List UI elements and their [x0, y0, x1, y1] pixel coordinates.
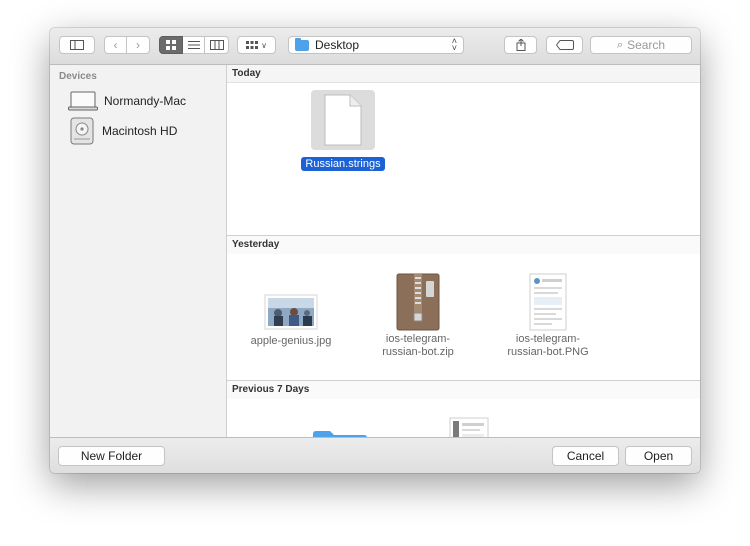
cancel-button[interactable]: Cancel — [552, 446, 619, 466]
open-dialog: ‹ › ∨ Desktop ˄ ˅ ⌕ Search Devices Norma… — [50, 28, 700, 473]
file-selection-highlight — [311, 90, 375, 150]
folder-icon — [295, 37, 309, 51]
hard-drive-icon — [70, 117, 94, 145]
location-popup[interactable]: Desktop ˄ ˅ — [288, 36, 464, 54]
sidebar-item-normandy-mac[interactable]: Normandy-Mac — [68, 89, 186, 113]
tag-button[interactable] — [546, 36, 583, 54]
list-view-button[interactable] — [183, 36, 205, 54]
tag-icon — [555, 40, 574, 50]
columns-icon — [209, 40, 224, 50]
sidebar-item-label: Normandy-Mac — [104, 94, 187, 108]
search-field[interactable]: ⌕ Search — [590, 36, 692, 54]
text-document-icon — [324, 94, 362, 146]
forward-button[interactable]: › — [127, 36, 150, 54]
file-browser: Today Russian.strings Yesterday apple-ge… — [227, 65, 700, 437]
arrange-grid-icon — [246, 41, 259, 49]
folder-icon[interactable] — [312, 428, 368, 437]
sidebar-item-label: Macintosh HD — [102, 124, 178, 138]
file-name-label-line2: russian-bot.PNG — [507, 346, 589, 358]
zip-archive-icon — [396, 273, 440, 331]
share-button[interactable] — [504, 36, 537, 54]
back-forward-control: ‹ › — [104, 36, 150, 54]
file-item-russian-strings[interactable]: Russian.strings — [295, 90, 391, 172]
grid-icon — [166, 40, 176, 50]
back-button[interactable]: ‹ — [104, 36, 127, 54]
section-header-today: Today — [227, 65, 700, 83]
file-name-label-line1: ios-telegram- — [385, 333, 451, 345]
search-icon: ⌕ — [616, 38, 624, 51]
sidebar: Devices Normandy-Mac Macintosh HD — [50, 65, 227, 437]
chevron-down-icon: ∨ — [261, 40, 267, 50]
search-placeholder: Search — [627, 38, 666, 52]
sidebar-header-devices: Devices — [59, 71, 97, 82]
column-view-button[interactable] — [205, 36, 229, 54]
chevron-left-icon: ‹ — [113, 38, 118, 52]
image-thumbnail-icon — [264, 294, 318, 330]
section-header-previous-7-days: Previous 7 Days — [227, 381, 700, 399]
arrange-button[interactable]: ∨ — [237, 36, 276, 54]
toolbar: ‹ › ∨ Desktop ˄ ˅ ⌕ Search — [50, 28, 700, 65]
view-mode-control — [159, 36, 229, 54]
screenshot-thumbnail-icon[interactable] — [449, 417, 489, 437]
open-button[interactable]: Open — [625, 446, 692, 466]
file-item-ios-telegram-russian-bot-png[interactable]: ios-telegram- russian-bot.PNG — [500, 273, 596, 359]
file-item-ios-telegram-russian-bot-zip[interactable]: ios-telegram- russian-bot.zip — [370, 273, 466, 359]
section-header-yesterday: Yesterday — [227, 236, 700, 254]
screenshot-thumbnail-icon — [529, 273, 567, 331]
share-icon — [516, 39, 525, 51]
list-icon — [187, 41, 200, 49]
file-name-label: apple-genius.jpg — [250, 335, 332, 347]
chevron-right-icon: › — [136, 38, 140, 52]
updown-chevron-icon: ˄ ˅ — [451, 36, 457, 53]
file-item-apple-genius[interactable]: apple-genius.jpg — [243, 273, 339, 348]
sidebar-toggle-button[interactable] — [59, 36, 95, 54]
bottom-bar: New Folder Cancel Open — [50, 437, 700, 473]
new-folder-button[interactable]: New Folder — [58, 446, 165, 466]
sidebar-icon — [70, 40, 84, 50]
location-label: Desktop — [315, 38, 360, 52]
file-name-label-line2: russian-bot.zip — [382, 346, 454, 358]
file-name-label: Russian.strings — [301, 157, 385, 171]
laptop-icon — [68, 91, 98, 111]
file-name-label-line1: ios-telegram- — [515, 333, 581, 345]
icon-view-button[interactable] — [159, 36, 183, 54]
sidebar-item-macintosh-hd[interactable]: Macintosh HD — [68, 117, 178, 145]
